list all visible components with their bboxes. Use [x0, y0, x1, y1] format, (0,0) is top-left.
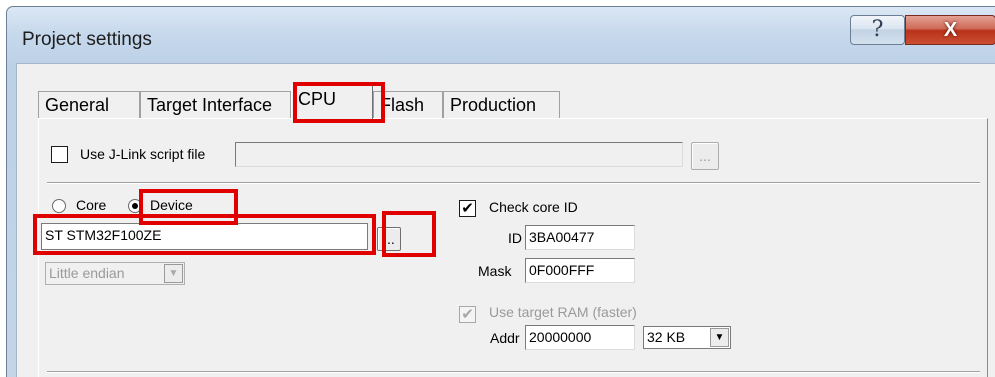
window-title: Project settings	[22, 29, 152, 50]
core-radio-label: Core	[76, 197, 107, 213]
script-path-field[interactable]	[235, 142, 683, 167]
cpu-tab-panel: Use J-Link script file ... Core Device S…	[38, 118, 988, 377]
check-core-id-checkbox[interactable]: ✔	[459, 200, 476, 217]
use-script-label: Use J-Link script file	[80, 146, 206, 162]
project-settings-dialog: Project settings ? X General Target Inte…	[6, 6, 995, 377]
tab-general[interactable]: General	[38, 91, 140, 119]
use-script-checkbox[interactable]	[51, 146, 68, 163]
endian-select[interactable]: Little endian ▼	[45, 262, 185, 285]
check-core-id-label: Check core ID	[489, 199, 578, 215]
checkmark-icon: ✔	[461, 200, 474, 217]
help-button[interactable]: ?	[850, 15, 905, 45]
close-button[interactable]: X	[905, 15, 995, 45]
tab-label: Target Interface	[147, 95, 273, 115]
ram-size-value: 32 KB	[647, 329, 686, 345]
addr-label: Addr	[490, 330, 520, 346]
use-target-ram-label: Use target RAM (faster)	[489, 304, 637, 320]
chevron-down-icon: ▼	[164, 264, 183, 283]
core-id-label: ID	[508, 230, 522, 246]
question-mark-icon: ?	[871, 17, 884, 42]
use-target-ram-checkbox[interactable]: ✔	[459, 306, 476, 323]
chevron-down-icon: ▼	[710, 328, 729, 347]
tab-label: General	[45, 95, 110, 115]
mask-field[interactable]: 0F000FFF	[525, 258, 635, 283]
checkmark-icon: ✔	[461, 306, 474, 323]
core-id-field[interactable]: 3BA00477	[525, 225, 635, 250]
tab-target-interface[interactable]: Target Interface	[140, 91, 291, 119]
tab-label: Production	[450, 95, 537, 115]
ram-addr-field[interactable]: 20000000	[525, 325, 635, 350]
radio-selected-dot	[132, 203, 138, 209]
endian-value: Little endian	[49, 265, 125, 281]
device-radio[interactable]	[128, 199, 142, 213]
separator	[47, 371, 980, 373]
tab-cpu[interactable]: CPU	[291, 85, 373, 120]
device-name-field[interactable]: ST STM32F100ZE	[41, 223, 368, 250]
tab-flash[interactable]: Flash	[373, 91, 443, 119]
dialog-client-area: General Target Interface CPU Flash Produ…	[16, 63, 995, 377]
tab-label: CPU	[298, 89, 337, 109]
ram-size-select[interactable]: 32 KB ▼	[643, 326, 731, 349]
script-browse-button[interactable]: ...	[691, 142, 719, 170]
close-x-icon: X	[943, 18, 958, 41]
mask-label: Mask	[478, 263, 512, 279]
tab-label: Flash	[380, 95, 425, 115]
device-browse-button[interactable]: ...	[377, 227, 401, 251]
title-bar: Project settings ? X	[7, 7, 995, 69]
device-radio-label: Device	[150, 197, 193, 213]
tab-production[interactable]: Production	[443, 91, 560, 119]
separator	[47, 182, 980, 184]
core-radio[interactable]	[52, 199, 66, 213]
